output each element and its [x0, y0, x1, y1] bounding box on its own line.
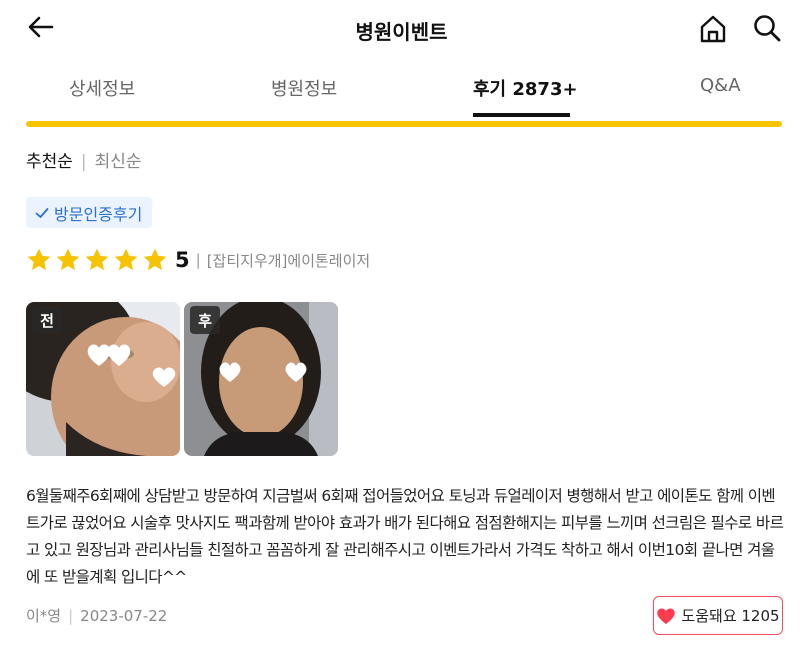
- review-text: 6월둘째주6회째에 상담받고 방문하여 지금벌써 6회째 접어들었어요 토닝과 …: [26, 487, 784, 586]
- sort-options: 추천순 | 최신순: [26, 147, 142, 172]
- page-title: 병원이벤트: [355, 20, 448, 44]
- before-photo[interactable]: 전: [26, 302, 180, 456]
- helpful-button[interactable]: 도움돼요 1205: [653, 596, 783, 635]
- star-icon: [85, 248, 109, 271]
- tab-qna[interactable]: Q&A: [700, 75, 741, 96]
- before-label: 전: [32, 306, 62, 334]
- review-author: 이*영: [26, 607, 62, 625]
- tab-divider: [26, 121, 782, 127]
- search-icon[interactable]: [752, 13, 782, 43]
- badge-label: 방문인증후기: [54, 204, 143, 224]
- star-icon: [114, 248, 138, 271]
- active-tab-indicator: [473, 113, 570, 117]
- sort-recommended[interactable]: 추천순: [26, 152, 73, 172]
- privacy-hearts: [219, 362, 307, 382]
- after-label: 후: [190, 306, 220, 334]
- star-icon: [56, 248, 80, 271]
- tab-hospital-info[interactable]: 병원정보: [271, 75, 337, 101]
- helpful-label: 도움돼요 1205: [681, 607, 780, 625]
- tab-reviews[interactable]: 후기 2873+: [473, 75, 578, 101]
- rating-score: 5: [175, 248, 190, 272]
- tab-detail[interactable]: 상세정보: [69, 75, 135, 101]
- verified-visit-badge: 방문인증후기: [26, 197, 153, 228]
- star-icon: [27, 248, 51, 271]
- review-page: 병원이벤트 상세정보 병원정보 후기 2873+ Q&A 추천순 | 최신순 방문인…: [0, 0, 803, 647]
- privacy-heart: [152, 367, 176, 387]
- app-header: 병원이벤트: [0, 0, 803, 60]
- sort-divider: |: [80, 152, 87, 172]
- rating-divider: |: [195, 251, 201, 269]
- after-photo[interactable]: 후: [184, 302, 338, 456]
- meta-divider: |: [68, 607, 74, 625]
- star-rating: [26, 247, 171, 273]
- review-meta: 이*영 | 2023-07-22: [26, 605, 167, 626]
- rating-row: 5 | [잡티지우개]에이톤레이저: [26, 245, 370, 275]
- privacy-hearts: [87, 344, 131, 366]
- sort-latest[interactable]: 최신순: [95, 152, 142, 172]
- check-icon: [35, 207, 49, 218]
- star-icon: [143, 248, 167, 271]
- review-date: 2023-07-22: [80, 607, 168, 625]
- heart-icon: [657, 607, 676, 624]
- home-icon[interactable]: [698, 14, 728, 44]
- tab-bar: 상세정보 병원정보 후기 2873+ Q&A: [26, 60, 782, 128]
- product-name[interactable]: [잡티지우개]에이톤레이저: [207, 250, 371, 271]
